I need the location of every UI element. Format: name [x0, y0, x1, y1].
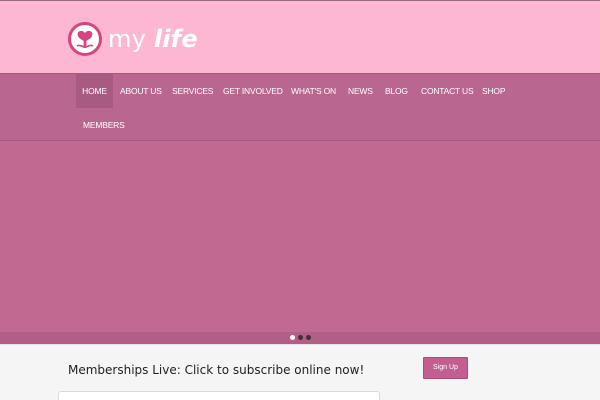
heart-tree-icon [68, 22, 102, 56]
sign-up-button[interactable]: Sign Up [423, 357, 468, 379]
nav-item-services[interactable]: SERVICES [172, 74, 213, 108]
slider-dot-2[interactable] [298, 335, 303, 340]
content-card [58, 391, 380, 400]
site-header: my life [0, 0, 600, 73]
nav-item-blog[interactable]: BLOG [385, 74, 408, 108]
site-logo[interactable]: my life [68, 20, 198, 58]
nav-item-get-involved[interactable]: GET INVOLVED [223, 74, 283, 108]
nav-item-shop[interactable]: SHOP [482, 74, 505, 108]
page: my life HOME ABOUT US SERVICES GET INVOL… [0, 0, 600, 400]
brand-name-part2: life [153, 25, 198, 53]
membership-message: Memberships Live: Click to subscribe onl… [68, 363, 365, 377]
brand-name-part1: my [108, 25, 146, 53]
nav-item-news[interactable]: NEWS [348, 74, 373, 108]
brand-name: my life [108, 25, 198, 53]
nav-item-whats-on[interactable]: WHAT'S ON [291, 74, 336, 108]
nav-item-contact-us[interactable]: CONTACT US [421, 74, 474, 108]
main-navigation: HOME ABOUT US SERVICES GET INVOLVED WHAT… [0, 73, 600, 141]
nav-item-home[interactable]: HOME [76, 74, 113, 108]
hero-slider [0, 141, 600, 344]
nav-item-about-us[interactable]: ABOUT US [120, 74, 162, 108]
nav-item-members[interactable]: MEMBERS [83, 108, 125, 142]
slider-dot-1[interactable] [290, 335, 295, 340]
slider-dot-3[interactable] [306, 335, 311, 340]
